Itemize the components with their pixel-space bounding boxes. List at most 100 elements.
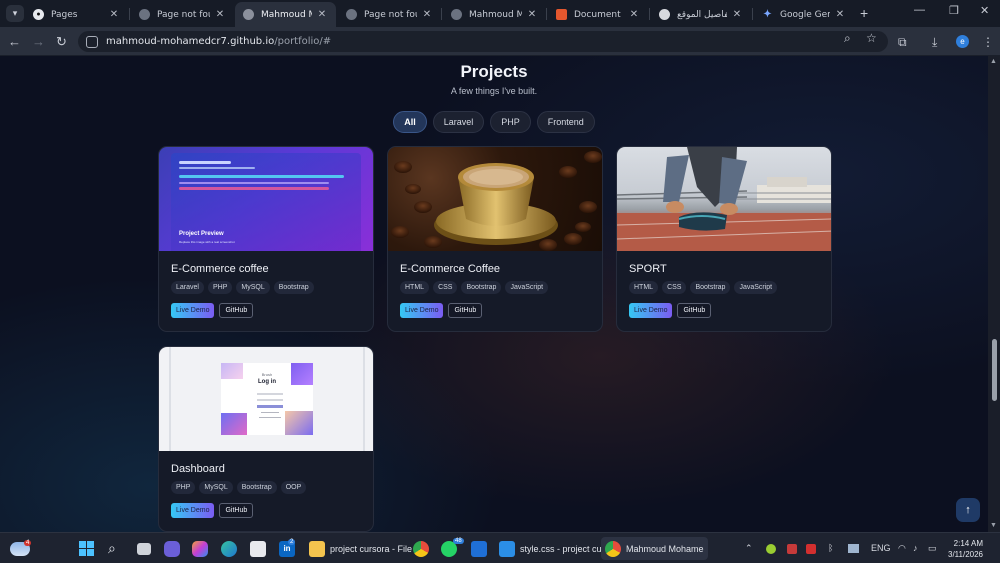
zoom-icon[interactable]: ⌕ [844,31,851,46]
menu-kebab-icon[interactable]: ⋮ [982,35,994,49]
close-tab-icon[interactable]: ✕ [628,9,640,20]
preview-line [179,167,255,169]
minimize-icon[interactable]: — [914,4,925,16]
taskbar-app-vscode[interactable]: style.css - project cu [499,538,602,559]
clock[interactable]: 2:14 AM 3/11/2026 [948,538,983,560]
github-button[interactable]: GitHub [219,303,254,318]
tab-pages[interactable]: ● Pages ✕ [25,2,128,27]
store-icon[interactable] [250,538,271,559]
preview-divider [363,347,365,451]
github-button[interactable]: GitHub [448,303,483,318]
live-demo-button[interactable]: Live Demo [400,303,444,318]
scroll-down-arrow-icon[interactable]: ▼ [990,522,997,529]
project-title: Dashboard [171,463,225,475]
browser-tab-strip: ▾ ● Pages ✕ Page not found ✕ Mahmoud Moh… [0,0,1000,27]
github-button[interactable]: GitHub [677,303,712,318]
preview-title: Project Preview [179,231,224,237]
volume-icon[interactable]: ♪ [913,543,918,553]
close-tab-icon[interactable]: ✕ [834,9,846,20]
login-decoration [221,413,247,435]
html-icon [556,9,567,20]
teams-icon[interactable] [164,538,185,559]
copilot-icon[interactable] [192,538,213,559]
task-view-icon[interactable] [137,538,156,559]
tray-photos-icon[interactable] [848,544,859,553]
tab-page-not-found[interactable]: Page not found ✕ [131,2,234,27]
preview-line [179,175,344,178]
tag: CSS [433,281,458,294]
restore-icon[interactable]: ❐ [949,4,959,17]
site-info-icon[interactable] [86,35,98,48]
project-thumbnail: Project Preview Replace this image with … [159,147,373,251]
live-demo-button[interactable]: Live Demo [629,303,673,318]
language-indicator[interactable]: ENG [871,543,891,553]
wifi-icon[interactable]: ◠ [898,543,906,554]
tag-list: HTML CSS Bootstrap JavaScript [400,281,590,294]
filter-all[interactable]: All [393,111,427,133]
whatsapp-icon[interactable]: 48 [441,537,473,559]
tab-site-details[interactable]: تفاصيل الموقع ✕ [651,2,751,27]
tab-title: Pages [51,9,78,20]
taskbar-app-chrome-active[interactable]: Mahmoud Mohame [601,537,708,560]
project-card: SPORT HTML CSS Bootstrap JavaScript Live… [616,146,832,332]
folder-icon [309,540,325,557]
bookmark-star-icon[interactable]: ☆ [866,31,877,45]
close-tab-icon[interactable]: ✕ [316,9,328,20]
live-demo-button[interactable]: Live Demo [171,303,215,318]
scroll-up-arrow-icon[interactable]: ▲ [990,58,997,65]
back-icon[interactable]: ← [8,34,21,49]
weather-badge: 4 [24,539,32,546]
preview-caption: Replace this image with a real screensho… [179,240,235,244]
new-tab-icon[interactable]: + [860,5,868,21]
page-scrollbar[interactable]: ▲ ▼ [988,56,1000,532]
reload-icon[interactable]: ↻ [56,34,67,50]
tag-list: HTML CSS Bootstrap JavaScript [629,281,819,294]
github-button[interactable]: GitHub [219,503,254,518]
taskbar-app-explorer[interactable]: project cursora - File [309,538,412,559]
live-demo-button[interactable]: Live Demo [171,503,215,518]
tab-mahmoud-active[interactable]: Mahmoud Mohame ✕ [235,2,336,27]
start-button[interactable] [79,538,94,559]
close-tab-icon[interactable]: ✕ [108,9,120,20]
filter-laravel[interactable]: Laravel [432,111,485,133]
taskbar-app-label: style.css - project cu [520,543,602,554]
tab-search-menu-icon[interactable]: ▾ [6,5,24,22]
tab-page-not-found-2[interactable]: Page not found ✕ [338,2,441,27]
weather-widget[interactable]: 4 [10,538,37,559]
tag: CSS [662,281,687,294]
url-text[interactable]: mahmoud-mohamedcr7.github.io/portfolio/# [106,36,331,47]
close-tab-icon[interactable]: ✕ [731,9,743,20]
chrome-icon [605,540,621,557]
tab-mahmoud-2[interactable]: Mahmoud Moh ✕ [443,2,546,27]
search-icon[interactable]: ⌕ [108,538,116,559]
filter-frontend[interactable]: Frontend [536,111,595,133]
section-title: Projects [460,62,528,81]
forward-icon[interactable]: → [32,34,45,49]
close-tab-icon[interactable]: ✕ [421,9,433,20]
scroll-to-top-button[interactable]: ↑ [956,498,980,522]
tab-document[interactable]: Document ✕ [548,2,648,27]
tray-app-icon[interactable] [787,544,797,554]
bluetooth-icon[interactable]: ᛒ [828,543,833,553]
filter-php[interactable]: PHP [490,111,531,133]
login-title: Log in [258,379,276,385]
edge-icon[interactable] [221,538,242,559]
linkedin-icon[interactable]: in 2 [279,538,307,559]
tray-app-icon[interactable] [766,544,776,554]
download-icon[interactable]: ⤓ [932,35,937,50]
scrollbar-thumb[interactable] [992,339,997,401]
close-window-icon[interactable]: ✕ [980,4,989,17]
profile-avatar[interactable]: e [956,35,969,48]
tab-google-gemini[interactable]: ✦ Google Gemini ✕ [754,2,854,27]
close-tab-icon[interactable]: ✕ [526,9,538,20]
clock-date: 3/11/2026 [948,550,983,559]
show-hidden-icons-icon[interactable]: ⌃ [745,543,753,554]
tray-pdf-icon[interactable] [806,544,816,554]
address-bar[interactable]: mahmoud-mohamedcr7.github.io/portfolio/# [78,31,888,52]
close-tab-icon[interactable]: ✕ [214,9,226,20]
battery-icon[interactable]: ▭ [928,543,937,554]
outlook-icon[interactable] [471,538,492,559]
chrome-icon[interactable] [413,538,434,559]
extensions-icon[interactable]: ⧉ [898,35,907,50]
login-preview: Brush Log in [221,363,313,435]
